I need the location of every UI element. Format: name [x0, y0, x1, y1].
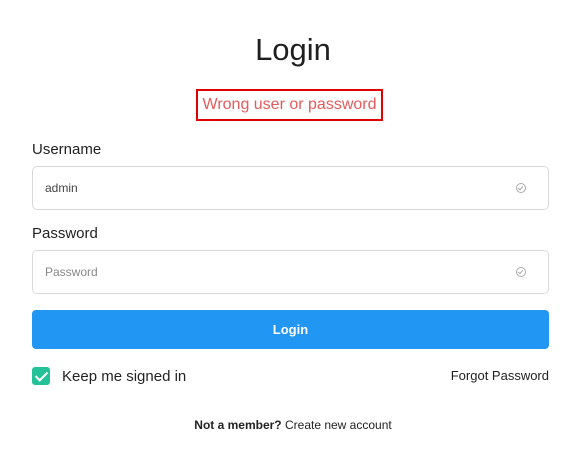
- login-button[interactable]: Login: [32, 310, 549, 349]
- username-label: Username: [32, 141, 102, 158]
- create-account-link[interactable]: Create new account: [285, 418, 392, 432]
- not-member-text: Not a member?: [194, 418, 282, 432]
- username-input[interactable]: [45, 167, 495, 209]
- check-circle-icon: [516, 183, 526, 193]
- keep-signed-in[interactable]: Keep me signed in: [32, 367, 186, 385]
- username-field-container: [32, 166, 549, 210]
- check-circle-icon: [516, 267, 526, 277]
- keep-signed-in-label: Keep me signed in: [62, 367, 187, 385]
- signup-prompt: Not a member? Create new account: [0, 418, 586, 432]
- error-message: Wrong user or password: [202, 96, 377, 113]
- page-title: Login: [255, 32, 331, 67]
- login-page: Login Wrong user or password Username Pa…: [0, 0, 586, 454]
- password-label: Password: [32, 225, 98, 242]
- keep-signed-in-checkbox[interactable]: [32, 367, 50, 385]
- password-field-container: [32, 250, 549, 294]
- forgot-password-link[interactable]: Forgot Password: [451, 368, 549, 383]
- error-banner: Wrong user or password: [196, 89, 383, 121]
- password-input[interactable]: [45, 251, 495, 293]
